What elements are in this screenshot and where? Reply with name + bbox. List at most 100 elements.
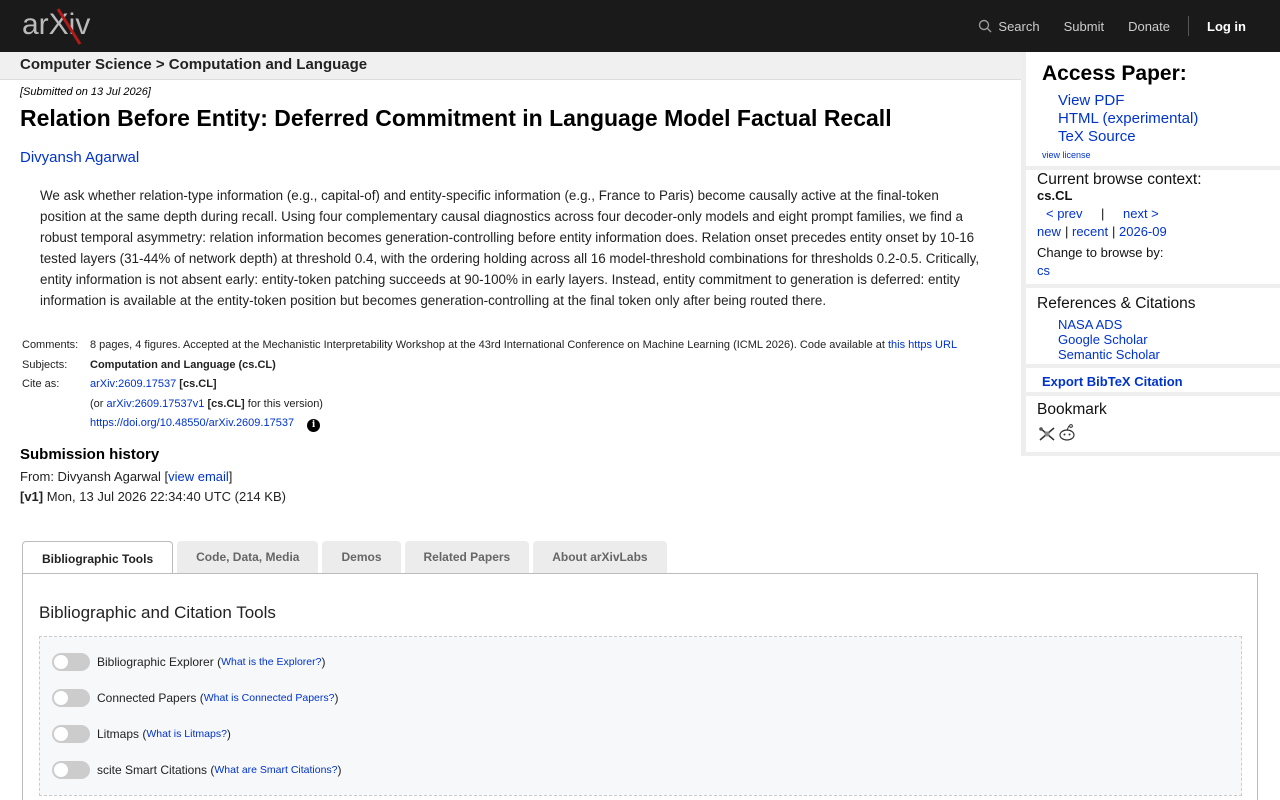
html-link[interactable]: HTML (experimental) <box>1058 110 1198 127</box>
subjects-value: Computation and Language (cs.CL) <box>90 358 276 371</box>
bookmark-title: Bookmark <box>1037 401 1107 418</box>
comments-label: Comments: <box>22 339 79 351</box>
version-category: [cs.CL] <box>207 397 245 410</box>
abstract: We ask whether relation-type information… <box>40 188 980 308</box>
separator: | <box>1065 224 1069 239</box>
browse-context-box: Current browse context: cs.CL < prev | n… <box>1026 170 1280 284</box>
search-icon <box>979 19 992 33</box>
tex-source-link[interactable]: TeX Source <box>1058 128 1136 145</box>
view-pdf-link[interactable]: View PDF <box>1058 92 1124 109</box>
tab-related-papers[interactable]: Related Papers <box>404 541 530 573</box>
breadcrumb: Computer Science > Computation and Langu… <box>0 52 1021 80</box>
google-scholar-link[interactable]: Google Scholar <box>1058 332 1148 347</box>
login-link[interactable]: Log in <box>1207 19 1246 34</box>
version-prefix: (or <box>90 397 104 410</box>
access-paper-title: Access Paper: <box>1042 62 1187 85</box>
v1-text: Mon, 13 Jul 2026 22:34:40 UTC (214 KB) <box>46 489 286 504</box>
connected-papers-help-link[interactable]: What is Connected Papers? <box>204 692 335 704</box>
search-button[interactable]: Search <box>978 18 1040 34</box>
donate-link[interactable]: Donate <box>1128 19 1170 34</box>
explorer-toggle[interactable] <box>52 653 90 671</box>
export-bibtex-link[interactable]: Export BibTeX Citation <box>1042 374 1183 389</box>
panel-title: Bibliographic and Citation Tools <box>39 603 276 622</box>
separator: | <box>1112 224 1116 239</box>
comments-text: 8 pages, 4 figures. Accepted at the Mech… <box>90 339 885 351</box>
export-box: Export BibTeX Citation <box>1026 368 1280 392</box>
sidebar: Access Paper: View PDF HTML (experimenta… <box>1021 52 1280 456</box>
code-link[interactable]: this https URL <box>888 339 957 351</box>
tools-box: Bibliographic Explorer (What is the Expl… <box>39 636 1242 796</box>
subjects-label: Subjects: <box>22 358 68 371</box>
tab-demos[interactable]: Demos <box>322 541 401 573</box>
prev-next-separator: | <box>1101 206 1105 221</box>
tab-about-arxivlabs[interactable]: About arXivLabs <box>533 541 667 573</box>
change-browse-label: Change to browse by: <box>1037 245 1164 260</box>
search-label: Search <box>998 18 1040 34</box>
version-1-entry: [v1] Mon, 13 Jul 2026 22:34:40 UTC (214 … <box>20 489 286 504</box>
explorer-help-link[interactable]: What is the Explorer? <box>221 656 321 668</box>
tool-row-litmaps: Litmaps (What is Litmaps?) <box>52 725 231 743</box>
nasa-ads-link[interactable]: NASA ADS <box>1058 317 1122 332</box>
recent-link[interactable]: recent <box>1072 224 1108 239</box>
author-link[interactable]: Divyansh Agarwal <box>20 149 139 166</box>
bookmark-box: Bookmark <box>1026 396 1280 452</box>
scite-toggle[interactable] <box>52 761 90 779</box>
reddit-icon[interactable] <box>1058 424 1076 442</box>
metadata-table: Comments: 8 pages, 4 figures. Accepted a… <box>22 336 957 434</box>
nav-divider <box>1188 16 1189 36</box>
submit-link[interactable]: Submit <box>1064 19 1104 34</box>
references-box: References & Citations NASA ADS Google S… <box>1026 288 1280 364</box>
tool-row-explorer: Bibliographic Explorer (What is the Expl… <box>52 653 325 671</box>
header-nav: Search Submit Donate Log in <box>954 0 1246 52</box>
tool-row-scite: scite Smart Citations (What are Smart Ci… <box>52 761 342 779</box>
new-link[interactable]: new <box>1037 224 1061 239</box>
references-title: References & Citations <box>1037 295 1196 312</box>
tab-panel: Bibliographic and Citation Tools Bibliog… <box>22 573 1258 800</box>
version-row: (or arXiv:2609.17537v1 [cs.CL] for this … <box>22 395 957 415</box>
view-license-link[interactable]: view license <box>1042 150 1091 160</box>
arxiv-logo[interactable]: arXiv <box>22 6 114 46</box>
submitted-date: [Submitted on 13 Jul 2026] <box>20 86 151 98</box>
access-paper-box: Access Paper: View PDF HTML (experimenta… <box>1026 52 1280 166</box>
info-icon[interactable]: i <box>307 419 321 433</box>
svg-text:arXiv: arXiv <box>22 8 90 41</box>
cite-row: Cite as: arXiv:2609.17537 [cs.CL] <box>22 375 957 395</box>
top-header: arXiv Search Submit Donate Log in <box>0 0 1280 52</box>
scite-help-link[interactable]: What are Smart Citations? <box>214 764 337 776</box>
cite-category: [cs.CL] <box>179 378 217 390</box>
cite-label: Cite as: <box>22 378 60 390</box>
litmaps-help-link[interactable]: What is Litmaps? <box>146 728 227 740</box>
subjects-row: Subjects: Computation and Language (cs.C… <box>22 356 957 376</box>
tool-row-connected-papers: Connected Papers (What is Connected Pape… <box>52 689 339 707</box>
scite-label: scite Smart Citations <box>97 763 208 777</box>
prev-link[interactable]: < prev <box>1046 206 1083 221</box>
submission-from: From: Divyansh Agarwal [view email] <box>20 469 232 484</box>
from-text: From: Divyansh Agarwal [ <box>20 469 169 484</box>
month-link[interactable]: 2026-09 <box>1119 224 1167 239</box>
browse-context-title: Current browse context: <box>1037 171 1202 188</box>
doi-row: https://doi.org/10.48550/arXiv.2609.1753… <box>22 414 957 434</box>
comments-row: Comments: 8 pages, 4 figures. Accepted a… <box>22 336 957 356</box>
tab-code-data-media[interactable]: Code, Data, Media <box>177 541 319 573</box>
connected-papers-toggle[interactable] <box>52 689 90 707</box>
paper-title: Relation Before Entity: Deferred Commitm… <box>20 105 892 131</box>
semantic-scholar-link[interactable]: Semantic Scholar <box>1058 347 1160 362</box>
next-link[interactable]: next > <box>1123 206 1159 221</box>
tab-bibliographic-tools[interactable]: Bibliographic Tools <box>22 541 174 575</box>
version-suffix: for this version) <box>247 397 323 410</box>
bibsonomy-icon[interactable] <box>1038 426 1056 442</box>
litmaps-label: Litmaps <box>97 727 140 741</box>
labs-tabs: Bibliographic Tools Code, Data, Media De… <box>22 541 671 575</box>
submission-history-title: Submission history <box>20 446 160 463</box>
explorer-label: Bibliographic Explorer <box>97 655 214 669</box>
litmaps-toggle[interactable] <box>52 725 90 743</box>
cite-id-link[interactable]: arXiv:2609.17537 <box>90 378 176 390</box>
cs-link[interactable]: cs <box>1037 263 1050 278</box>
view-email-link[interactable]: view email <box>168 469 229 484</box>
breadcrumb-text: Computer Science > Computation and Langu… <box>20 56 368 73</box>
connected-papers-label: Connected Papers <box>97 691 197 705</box>
v1-label[interactable]: [v1] <box>20 489 43 504</box>
doi-link[interactable]: https://doi.org/10.48550/arXiv.2609.1753… <box>90 417 294 429</box>
context-category: cs.CL <box>1037 188 1073 203</box>
version-id-link[interactable]: arXiv:2609.17537v1 <box>107 398 205 410</box>
